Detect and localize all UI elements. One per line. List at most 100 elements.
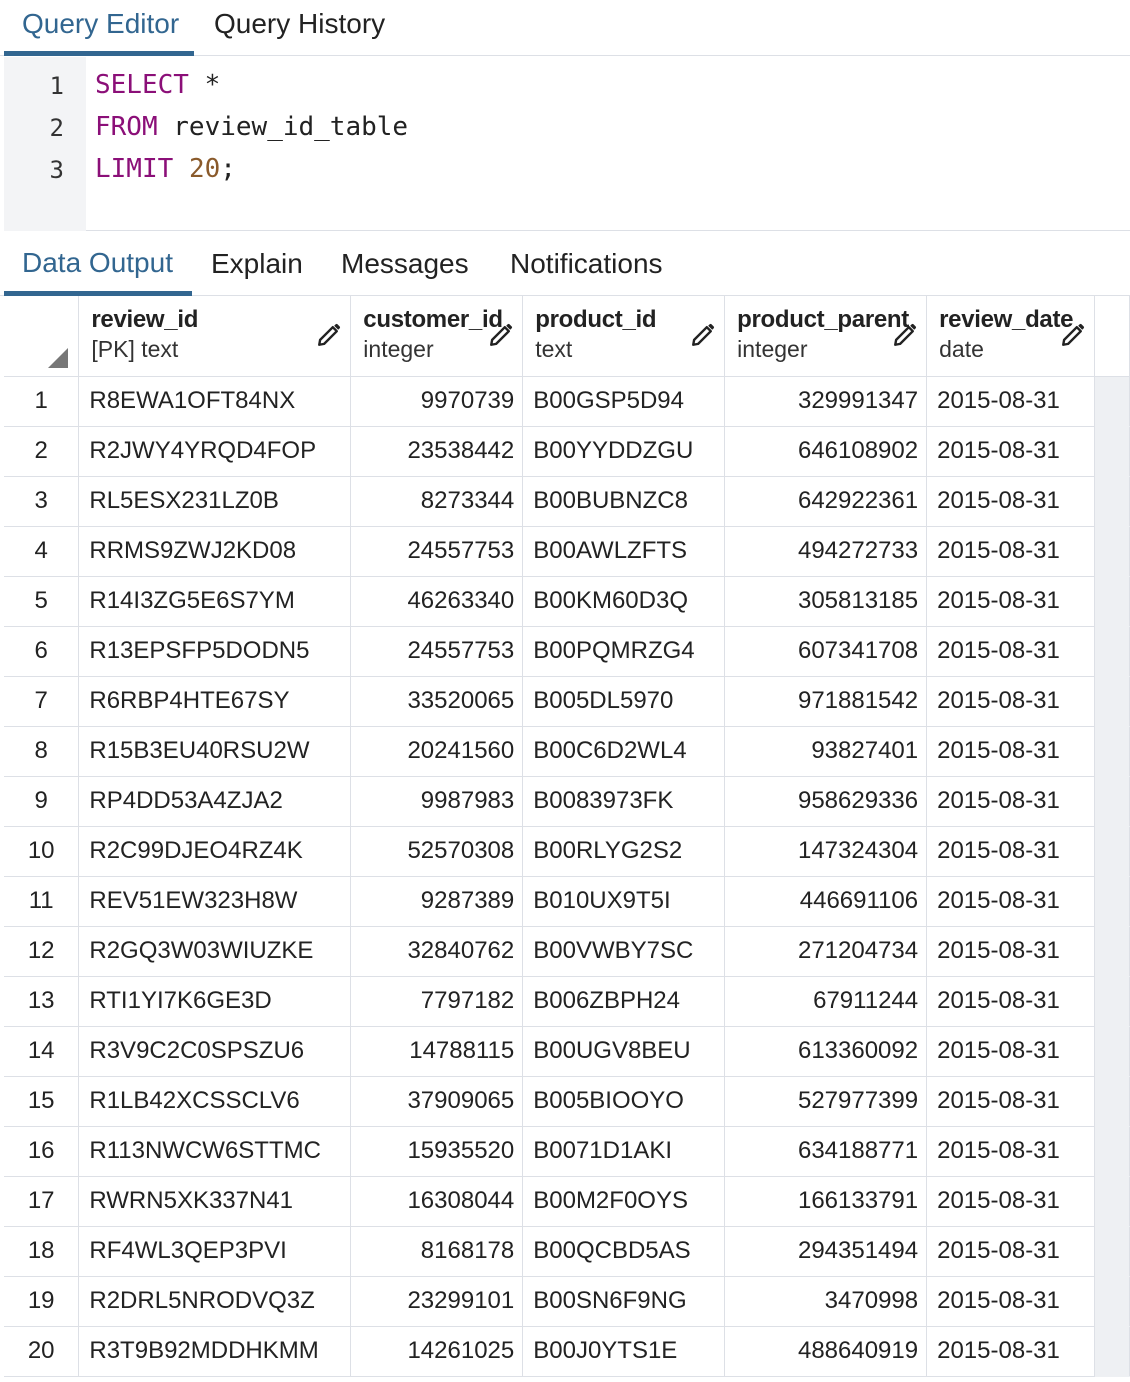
row-number[interactable]: 5 <box>4 576 80 627</box>
row-number[interactable]: 20 <box>4 1326 80 1377</box>
cell-review-date[interactable]: 2015-08-31 <box>926 876 1096 927</box>
cell-customer-id[interactable]: 52570308 <box>350 826 524 877</box>
cell-product-id[interactable]: B00BUBNZC8 <box>522 476 726 527</box>
table-row[interactable]: 13 RTI1YI7K6GE3D 7797182 B006ZBPH24 67911244… <box>4 976 1130 1027</box>
cell-product-parent[interactable]: 271204734 <box>724 926 928 977</box>
cell-review-id[interactable]: R2GQ3W03WIUZKE <box>78 926 352 977</box>
cell-product-id[interactable]: B00GSP5D94 <box>522 376 726 427</box>
cell-customer-id[interactable]: 24557753 <box>350 526 524 577</box>
cell-review-id[interactable]: R13EPSFP5DODN5 <box>78 626 352 677</box>
cell-customer-id[interactable]: 32840762 <box>350 926 524 977</box>
cell-customer-id[interactable]: 33520065 <box>350 676 524 727</box>
cell-customer-id[interactable]: 7797182 <box>350 976 524 1027</box>
code-line[interactable]: SELECT * <box>95 70 220 100</box>
cell-customer-id[interactable]: 9970739 <box>350 376 524 427</box>
row-number[interactable]: 7 <box>4 676 80 727</box>
table-row[interactable]: 6 R13EPSFP5DODN5 24557753 B00PQMRZG4 6073417… <box>4 626 1130 677</box>
cell-product-parent[interactable]: 67911244 <box>724 976 928 1027</box>
cell-review-id[interactable]: R2C99DJEO4RZ4K <box>78 826 352 877</box>
cell-product-id[interactable]: B00RLYG2S2 <box>522 826 726 877</box>
cell-product-parent[interactable]: 607341708 <box>724 626 928 677</box>
cell-review-id[interactable]: R15B3EU40RSU2W <box>78 726 352 777</box>
row-number[interactable]: 14 <box>4 1026 80 1077</box>
row-number[interactable]: 9 <box>4 776 80 827</box>
row-number[interactable]: 11 <box>4 876 80 927</box>
cell-review-date[interactable]: 2015-08-31 <box>926 1126 1096 1177</box>
cell-product-parent[interactable]: 613360092 <box>724 1026 928 1077</box>
cell-product-parent[interactable]: 166133791 <box>724 1176 928 1227</box>
cell-review-date[interactable]: 2015-08-31 <box>926 426 1096 477</box>
column-header-review-date[interactable]: review_date date <box>926 296 1096 377</box>
table-row[interactable]: 3 RL5ESX231LZ0B 8273344 B00BUBNZC8 642922361… <box>4 476 1130 527</box>
row-number[interactable]: 19 <box>4 1276 80 1327</box>
cell-review-date[interactable]: 2015-08-31 <box>926 726 1096 777</box>
cell-review-id[interactable]: R113NWCW6STTMC <box>78 1126 352 1177</box>
cell-customer-id[interactable]: 24557753 <box>350 626 524 677</box>
cell-customer-id[interactable]: 46263340 <box>350 576 524 627</box>
cell-review-date[interactable]: 2015-08-31 <box>926 926 1096 977</box>
tab-explain[interactable]: Explain <box>211 232 303 296</box>
cell-review-id[interactable]: R14I3ZG5E6S7YM <box>78 576 352 627</box>
cell-product-parent[interactable]: 634188771 <box>724 1126 928 1177</box>
cell-product-parent[interactable]: 488640919 <box>724 1326 928 1377</box>
cell-product-parent[interactable]: 971881542 <box>724 676 928 727</box>
cell-customer-id[interactable]: 16308044 <box>350 1176 524 1227</box>
column-header-customer-id[interactable]: customer_id integer <box>350 296 524 377</box>
pencil-icon[interactable] <box>892 322 918 348</box>
cell-review-date[interactable]: 2015-08-31 <box>926 776 1096 827</box>
table-row[interactable]: 10 R2C99DJEO4RZ4K 52570308 B00RLYG2S2 147324… <box>4 826 1130 877</box>
table-row[interactable]: 12 R2GQ3W03WIUZKE 32840762 B00VWBY7SC 271204… <box>4 926 1130 977</box>
cell-product-id[interactable]: B00QCBD5AS <box>522 1226 726 1277</box>
cell-review-date[interactable]: 2015-08-31 <box>926 476 1096 527</box>
row-number[interactable]: 1 <box>4 376 80 427</box>
row-number[interactable]: 16 <box>4 1126 80 1177</box>
table-row[interactable]: 14 R3V9C2C0SPSZU6 14788115 B00UGV8BEU 613360… <box>4 1026 1130 1077</box>
cell-product-parent[interactable]: 494272733 <box>724 526 928 577</box>
tab-data-output[interactable]: Data Output <box>4 232 192 296</box>
table-row[interactable]: 2 R2JWY4YRQD4FOP 23538442 B00YYDDZGU 6461089… <box>4 426 1130 477</box>
row-number[interactable]: 3 <box>4 476 80 527</box>
table-row[interactable]: 19 R2DRL5NRODVQ3Z 23299101 B00SN6F9NG 347099… <box>4 1276 1130 1327</box>
cell-customer-id[interactable]: 20241560 <box>350 726 524 777</box>
cell-review-id[interactable]: R3V9C2C0SPSZU6 <box>78 1026 352 1077</box>
cell-review-id[interactable]: R6RBP4HTE67SY <box>78 676 352 727</box>
cell-product-parent[interactable]: 642922361 <box>724 476 928 527</box>
table-row[interactable]: 1 R8EWA1OFT84NX 9970739 B00GSP5D94 329991347… <box>4 376 1130 427</box>
cell-product-parent[interactable]: 294351494 <box>724 1226 928 1277</box>
cell-customer-id[interactable]: 15935520 <box>350 1126 524 1177</box>
table-row[interactable]: 11 REV51EW323H8W 9287389 B010UX9T5I 44669110… <box>4 876 1130 927</box>
cell-product-parent[interactable]: 93827401 <box>724 726 928 777</box>
cell-review-id[interactable]: RL5ESX231LZ0B <box>78 476 352 527</box>
table-row[interactable]: 8 R15B3EU40RSU2W 20241560 B00C6D2WL4 9382740… <box>4 726 1130 777</box>
row-number-header[interactable] <box>4 296 80 377</box>
tab-query-history[interactable]: Query History <box>214 0 385 56</box>
cell-product-id[interactable]: B006ZBPH24 <box>522 976 726 1027</box>
cell-product-parent[interactable]: 305813185 <box>724 576 928 627</box>
code-line[interactable]: LIMIT 20; <box>95 154 236 184</box>
row-number[interactable]: 13 <box>4 976 80 1027</box>
column-header-product-id[interactable]: product_id text <box>522 296 726 377</box>
cell-product-id[interactable]: B00M2F0OYS <box>522 1176 726 1227</box>
cell-product-parent[interactable]: 446691106 <box>724 876 928 927</box>
row-number[interactable]: 2 <box>4 426 80 477</box>
cell-review-date[interactable]: 2015-08-31 <box>926 1026 1096 1077</box>
cell-review-id[interactable]: R3T9B92MDDHKMM <box>78 1326 352 1377</box>
row-number[interactable]: 17 <box>4 1176 80 1227</box>
cell-customer-id[interactable]: 8168178 <box>350 1226 524 1277</box>
cell-product-id[interactable]: B00UGV8BEU <box>522 1026 726 1077</box>
column-header-review-id[interactable]: review_id [PK] text <box>78 296 352 377</box>
cell-product-id[interactable]: B005BIOOYO <box>522 1076 726 1127</box>
pencil-icon[interactable] <box>488 322 514 348</box>
cell-review-date[interactable]: 2015-08-31 <box>926 1276 1096 1327</box>
cell-customer-id[interactable]: 9287389 <box>350 876 524 927</box>
pencil-icon[interactable] <box>316 322 342 348</box>
cell-product-parent[interactable]: 147324304 <box>724 826 928 877</box>
cell-review-date[interactable]: 2015-08-31 <box>926 576 1096 627</box>
cell-review-date[interactable]: 2015-08-31 <box>926 1326 1096 1377</box>
pencil-icon[interactable] <box>1060 322 1086 348</box>
cell-customer-id[interactable]: 8273344 <box>350 476 524 527</box>
cell-product-parent[interactable]: 3470998 <box>724 1276 928 1327</box>
cell-customer-id[interactable]: 14788115 <box>350 1026 524 1077</box>
table-row[interactable]: 18 RF4WL3QEP3PVI 8168178 B00QCBD5AS 29435149… <box>4 1226 1130 1277</box>
cell-review-date[interactable]: 2015-08-31 <box>926 676 1096 727</box>
